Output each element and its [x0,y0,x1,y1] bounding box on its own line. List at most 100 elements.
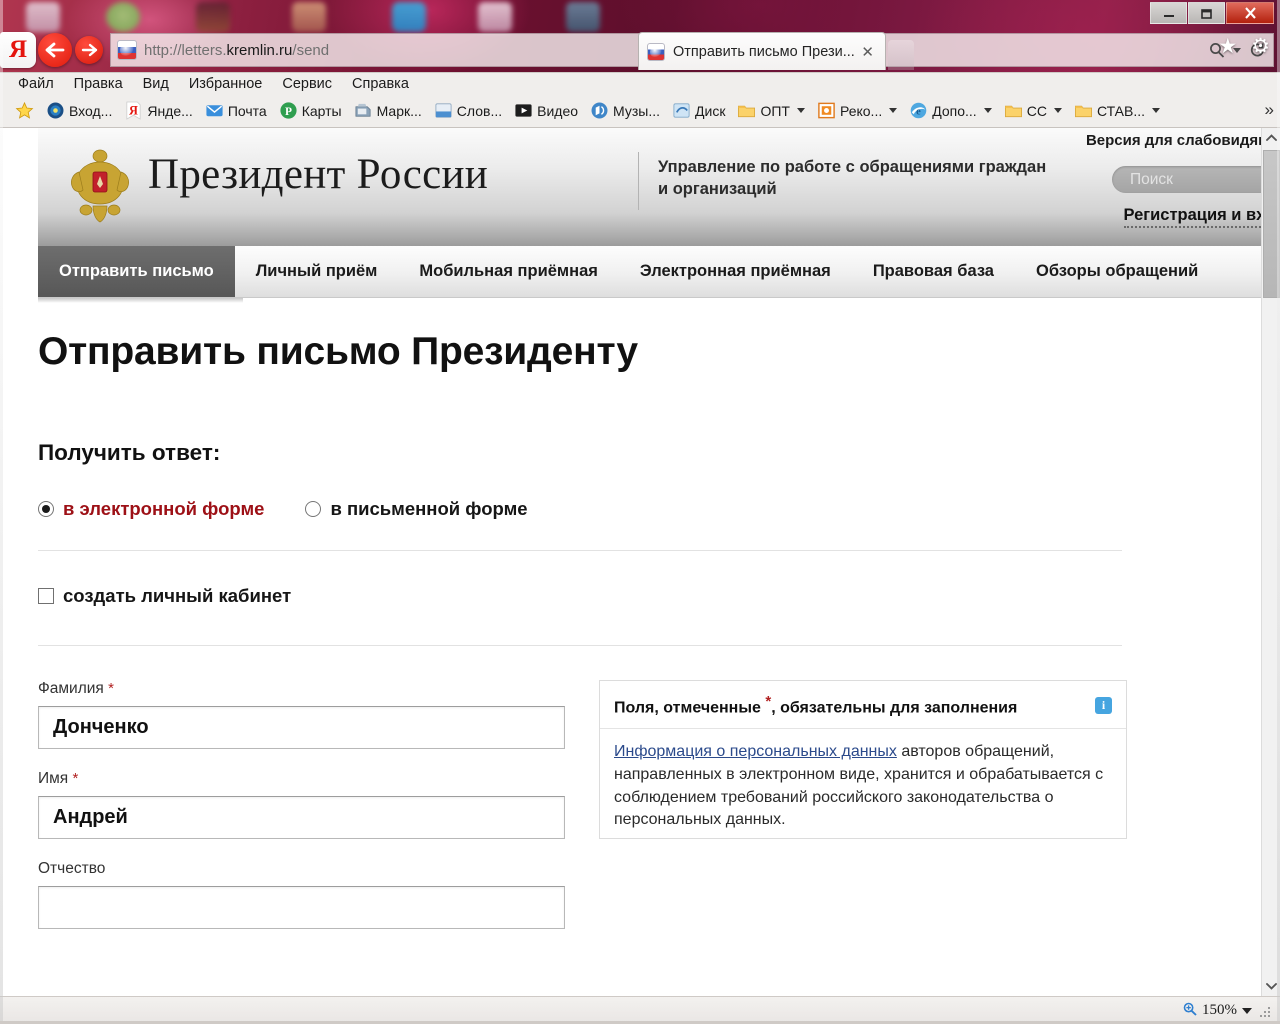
radio-label: в электронной форме [63,498,265,519]
status-bar: 150% [0,996,1280,1024]
bookmarks-bar: Вход... Я Янде... Почта Р Карты Марк... Слов...… [0,94,1280,128]
chevron-down-icon[interactable] [1242,1007,1252,1014]
chrome-right-buttons: ★ ⚙ [1218,36,1270,57]
address-bar-url: http://letters.kremlin.ru/send [144,41,330,59]
mail-icon [206,105,223,117]
star-icon [15,101,34,119]
chevron-down-icon[interactable] [983,108,992,113]
restore-button[interactable] [1188,2,1225,24]
bookmark-label: Реко... [839,102,883,119]
firstname-input[interactable]: Андрей [38,796,565,839]
nav-tab-label: Мобильная приёмная [419,262,598,280]
required-star: * [108,680,114,697]
svg-text:e: e [916,106,921,117]
radio-button-icon[interactable] [38,501,54,517]
chevron-down-icon[interactable] [1152,108,1161,113]
reko-icon [818,102,835,119]
patronymic-input[interactable] [38,886,565,929]
bookmark-item-почта[interactable]: Почта [202,99,270,122]
market-icon [355,103,371,117]
yandex-logo-icon[interactable]: Я [0,32,36,68]
bookmark-item-диск[interactable]: Диск [669,99,728,122]
bookmark-item-видео[interactable]: Видео [511,99,581,122]
bookmark-label: Слов... [456,102,503,119]
nav-tab-label: Электронная приёмная [639,262,831,280]
menu-item-edit[interactable]: Правка [74,76,123,92]
nav-tab-электронная[interactable]: Электронная приёмная [619,246,852,297]
menu-item-tools[interactable]: Сервис [282,76,332,92]
nav-tab-мобильная[interactable]: Мобильная приёмная [398,246,618,297]
chevron-down-icon[interactable] [1053,108,1062,113]
info-icon[interactable]: i [1095,696,1112,714]
back-button[interactable] [38,33,72,67]
nav-tab-личный[interactable]: Личный приём [235,246,399,297]
surname-input[interactable]: Донченко [38,706,565,749]
favorites-icon[interactable]: ★ [1218,36,1237,57]
folder-icon [1004,105,1022,118]
bookmark-item-янде[interactable]: Я Янде... [121,99,195,122]
bookmark-item-слов[interactable]: Слов... [431,99,505,122]
menu-item-help[interactable]: Справка [352,76,409,92]
bookmark-label: Карты [301,102,342,119]
bookmarks-overflow-icon[interactable]: » [1265,100,1274,120]
department-name: Управление по работе с обращениями гражд… [658,158,1047,199]
bookmark-item-сс[interactable]: СС [1001,99,1065,122]
video-icon [515,104,532,117]
page-viewport: Президент России Управление по работе с … [0,128,1280,996]
zoom-indicator[interactable]: 150% [1183,1002,1252,1019]
bookmark-item-марк[interactable]: Марк... [351,99,425,122]
nav-tab-label: Правовая база [872,262,994,280]
radio-button-icon[interactable] [305,501,322,517]
chevron-down-icon[interactable] [889,108,898,113]
gear-icon[interactable]: ⚙ [1251,36,1270,57]
divider [38,645,1122,646]
zoom-magnifier-icon [1183,1002,1197,1019]
site-navigation: Отправить письмо Личный приём Мобильная пр… [38,246,1262,303]
bookmark-label: Почта [227,102,267,119]
new-tab-button[interactable] [888,40,914,70]
radio-option-written[interactable]: в письменной форме [305,498,528,520]
weak-vision-version-link[interactable]: Версия для слабовидящи [1086,132,1280,149]
disk-icon [673,103,690,118]
bookmark-label: ОПТ [760,102,790,119]
nav-tab-label: Обзоры обращений [1035,262,1199,280]
nav-tab-правовая[interactable]: Правовая база [852,246,1015,297]
menu-item-view[interactable]: Вид [143,76,169,92]
close-button[interactable] [1226,2,1274,24]
nav-tab-обзоры[interactable]: Обзоры обращений [1015,246,1219,297]
bookmark-item-опт[interactable]: ОПТ [734,99,808,122]
bookmark-item-музы[interactable]: Музы... [587,99,663,122]
site-favicon-icon [117,40,137,60]
minimize-button[interactable] [1150,2,1187,24]
bookmark-item-вход[interactable]: Вход... [43,99,115,122]
field-label: Имя * [38,770,79,787]
close-tab-icon[interactable]: ✕ [858,43,877,61]
menu-item-file[interactable]: Файл [18,76,54,92]
browser-tab[interactable]: Отправить письмо Прези... ✕ [638,32,886,70]
search-input[interactable]: Поиск [1112,166,1280,193]
create-account-checkbox-row[interactable]: создать личный кабинет [38,585,1262,607]
page-title: Отправить письмо Президенту [38,330,638,373]
coat-of-arms-icon [67,144,133,226]
divider [38,550,1122,551]
field-label: Отчество [38,860,106,877]
bookmark-item-favorites[interactable] [12,99,37,122]
resize-grip[interactable] [1260,1005,1272,1017]
bookmark-label: Видео [537,102,579,119]
bookmark-item-допо[interactable]: e Допо... [906,99,994,122]
radio-option-electronic[interactable]: в электронной форме [38,498,264,520]
required-star: * [72,770,79,787]
personal-data-link[interactable]: Информация о персональных данных [614,743,897,760]
bookmark-item-став[interactable]: СТАВ... [1071,99,1163,122]
forward-button[interactable] [75,36,103,64]
bookmark-item-карты[interactable]: Р Карты [276,99,345,122]
chevron-down-icon[interactable] [796,108,805,113]
field-label: Фамилия * [38,680,114,697]
nav-tab-отправить[interactable]: Отправить письмо [38,246,235,297]
web-page: Президент России Управление по работе с … [0,128,1280,996]
menu-item-favorites[interactable]: Избранное [189,76,262,92]
bookmark-item-реко[interactable]: Реко... [814,99,900,122]
radio-label: в письменной форме [330,498,528,519]
register-login-link[interactable]: Регистрация и вход в [1123,206,1280,228]
checkbox-icon[interactable] [38,588,54,604]
